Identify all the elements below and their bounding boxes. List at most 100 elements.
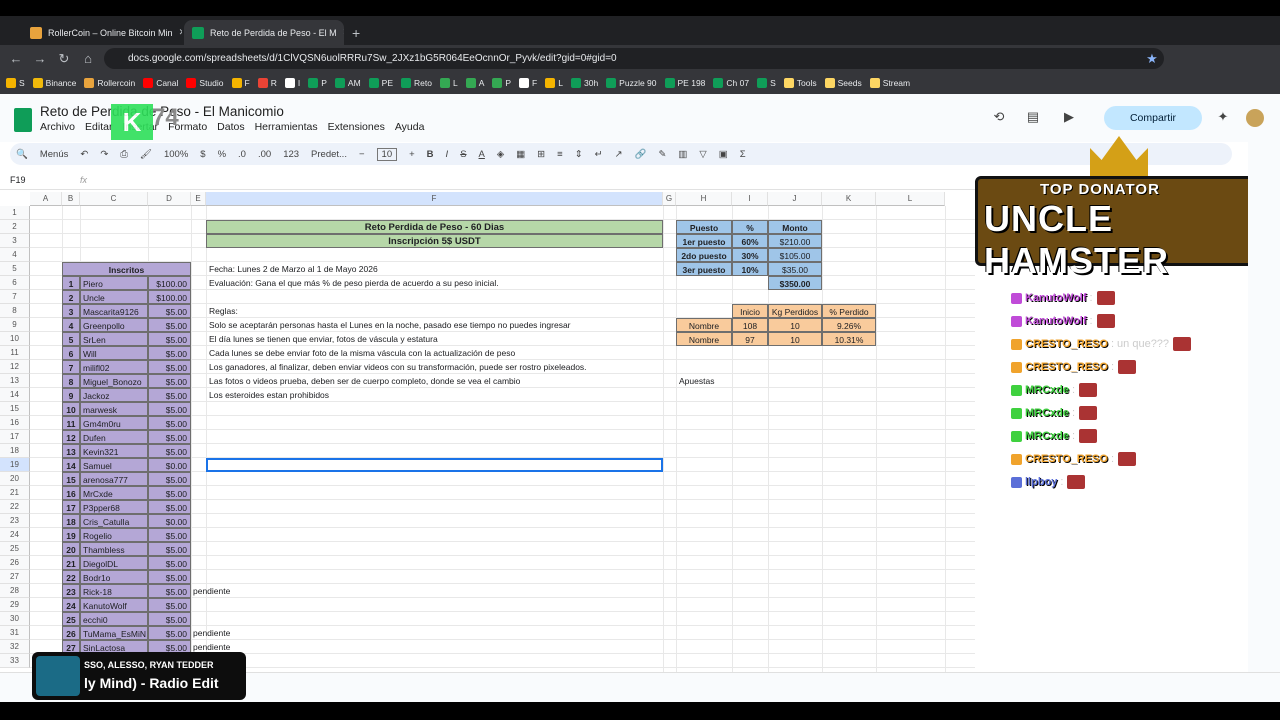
bookmark-item[interactable]: S [6, 78, 25, 88]
row-header[interactable]: 10 [0, 332, 30, 346]
column-header[interactable]: I [732, 192, 768, 206]
bookmark-item[interactable]: L [439, 78, 458, 88]
column-header[interactable]: K [822, 192, 876, 206]
row-header[interactable]: 24 [0, 528, 30, 542]
bookmark-item[interactable]: F [231, 78, 250, 88]
row-header[interactable]: 15 [0, 402, 30, 416]
avatar[interactable] [1246, 109, 1264, 127]
row-header[interactable]: 9 [0, 318, 30, 332]
bookmark-item[interactable]: PE [368, 78, 393, 88]
bookmark-item[interactable]: Canal [143, 78, 178, 88]
bookmark-item[interactable]: AM [334, 78, 361, 88]
row-header[interactable]: 16 [0, 416, 30, 430]
menu-datos[interactable]: Datos [217, 121, 244, 133]
row-header[interactable]: 32 [0, 640, 30, 654]
font-size-field[interactable]: 10 [376, 147, 398, 161]
forward-icon[interactable]: → [28, 51, 52, 66]
text-color-button[interactable]: A [479, 149, 485, 160]
rotate-icon[interactable]: ↗ [615, 149, 623, 160]
bookmark-item[interactable]: Reto [401, 78, 432, 88]
menu-ayuda[interactable]: Ayuda [395, 121, 425, 133]
row-header[interactable]: 29 [0, 598, 30, 612]
wrap-icon[interactable]: ↵ [595, 149, 603, 160]
bookmark-item[interactable]: Seeds [824, 78, 862, 88]
url-field[interactable]: docs.google.com/spreadsheets/d/1ClVQSN6u… [104, 48, 1164, 69]
link-icon[interactable]: 🔗 [635, 149, 647, 160]
close-tab-icon[interactable]: ✕ [173, 27, 182, 38]
row-header[interactable]: 20 [0, 472, 30, 486]
bookmark-item[interactable]: P [308, 78, 327, 88]
redo-icon[interactable]: ↷ [100, 149, 108, 160]
new-tab-button[interactable]: + [344, 20, 364, 45]
filter-views-icon[interactable]: ▣ [719, 149, 728, 160]
tab-sheets[interactable]: Reto de Perdida de Peso - El M ✕ [184, 20, 344, 45]
row-header[interactable]: 3 [0, 234, 30, 248]
column-header[interactable]: D [148, 192, 191, 206]
paint-format-icon[interactable]: 🖌 [140, 149, 152, 160]
valign-icon[interactable]: ⇕ [575, 149, 583, 160]
spreadsheet-grid[interactable]: A B C D E F G H I J K L 1 2 3 4 5 6 7 8 9 10 11 12 13 14 15 16 17 18 1… [0, 192, 975, 672]
font-select[interactable]: Predet... [311, 149, 347, 160]
row-header[interactable]: 14 [0, 388, 30, 402]
row-header[interactable]: 21 [0, 486, 30, 500]
bookmark-star-icon[interactable]: ★ [1140, 51, 1164, 67]
fill-color-icon[interactable]: ◈ [497, 149, 504, 160]
bold-button[interactable]: B [427, 149, 434, 160]
bookmark-item[interactable]: A [465, 78, 484, 88]
bookmark-item[interactable]: Studio [186, 78, 224, 88]
bookmark-item[interactable]: PE 198 [664, 78, 705, 88]
column-header[interactable]: G [663, 192, 676, 206]
bookmark-item[interactable]: R [257, 78, 277, 88]
back-icon[interactable]: ← [4, 51, 28, 66]
italic-button[interactable]: I [446, 149, 449, 160]
row-header[interactable]: 8 [0, 304, 30, 318]
bookmark-item[interactable]: Stream [869, 78, 910, 88]
chart-icon[interactable]: ▥ [678, 149, 687, 160]
row-header[interactable]: 17 [0, 430, 30, 444]
column-header[interactable]: F [206, 192, 663, 206]
tab-rollercoin[interactable]: RollerCoin – Online Bitcoin Min ✕ [22, 20, 182, 45]
bookmark-item[interactable]: 30h [570, 78, 598, 88]
increase-decimals-button[interactable]: .00 [258, 149, 271, 160]
more-formats-button[interactable]: 123 [283, 149, 299, 160]
bookmark-item[interactable]: P [492, 78, 511, 88]
percent-format-button[interactable]: % [218, 149, 226, 160]
functions-icon[interactable]: Σ [740, 149, 746, 160]
row-header[interactable]: 7 [0, 290, 30, 304]
bookmark-item[interactable]: Tools [783, 78, 817, 88]
zoom-select[interactable]: 100% [164, 149, 188, 160]
align-icon[interactable]: ≡ [557, 149, 563, 160]
sheets-logo-icon[interactable] [14, 108, 32, 132]
column-header[interactable]: A [30, 192, 62, 206]
row-header[interactable]: 5 [0, 262, 30, 276]
column-header[interactable]: H [676, 192, 732, 206]
row-header[interactable]: 28 [0, 584, 30, 598]
bookmark-item[interactable]: Rollercoin [84, 78, 135, 88]
row-header[interactable]: 6 [0, 276, 30, 290]
row-header[interactable]: 22 [0, 500, 30, 514]
column-header[interactable]: E [191, 192, 206, 206]
bookmark-item[interactable]: S [757, 78, 776, 88]
bookmark-item[interactable]: L [545, 78, 563, 88]
borders-icon[interactable]: ▦ [516, 149, 525, 160]
currency-format-button[interactable]: $ [200, 149, 205, 160]
filter-icon[interactable]: ▽ [699, 149, 706, 160]
column-header[interactable]: L [876, 192, 945, 206]
decrease-decimals-button[interactable]: .0 [238, 149, 246, 160]
meet-icon[interactable]: ▶ [1060, 109, 1078, 127]
merge-icon[interactable]: ⊞ [537, 149, 545, 160]
menus-search[interactable]: Menús [40, 149, 69, 160]
name-box[interactable]: F19 [10, 175, 26, 185]
comment-icon[interactable]: ▤ [1024, 109, 1042, 127]
row-header[interactable]: 4 [0, 248, 30, 262]
strike-button[interactable]: S [460, 149, 466, 160]
row-header[interactable]: 1 [0, 206, 30, 220]
close-tab-icon[interactable]: ✕ [337, 27, 344, 38]
row-header[interactable]: 26 [0, 556, 30, 570]
reload-icon[interactable]: ↻ [52, 51, 76, 67]
row-header[interactable]: 19 [0, 458, 30, 472]
row-header[interactable]: 11 [0, 346, 30, 360]
print-icon[interactable]: ⎙ [120, 149, 128, 160]
comment-add-icon[interactable]: ✎ [658, 149, 666, 160]
row-header[interactable]: 13 [0, 374, 30, 388]
